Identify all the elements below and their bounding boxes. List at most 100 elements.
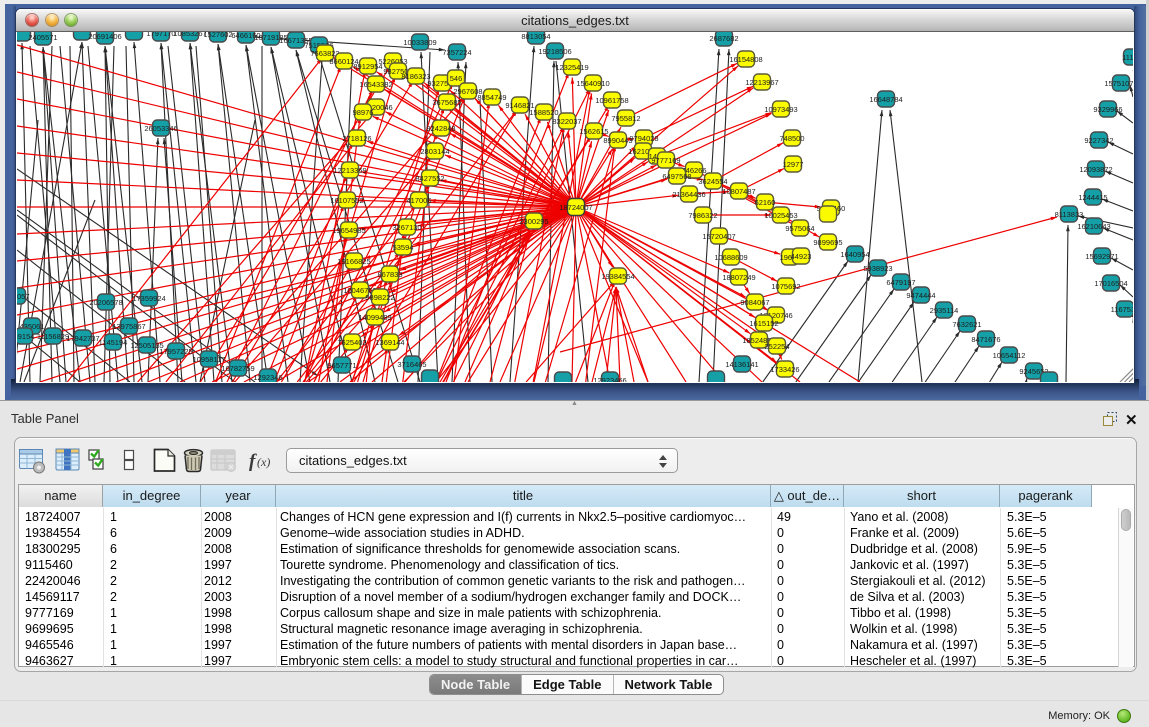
- svg-text:1244415: 1244415: [1078, 193, 1107, 202]
- svg-text:10654112: 10654112: [993, 351, 1026, 360]
- svg-text:1145194: 1145194: [99, 338, 128, 347]
- svg-text:10025453: 10025453: [764, 211, 797, 220]
- svg-text:2803144: 2803144: [420, 147, 449, 156]
- svg-text:16543382: 16543382: [359, 80, 392, 89]
- svg-text:8322037: 8322037: [552, 117, 581, 126]
- svg-text:10033809: 10033809: [403, 38, 436, 47]
- svg-text:16648784: 16648784: [869, 95, 902, 104]
- svg-text:5938923: 5938923: [863, 264, 892, 273]
- svg-text:9899695: 9899695: [813, 238, 842, 247]
- svg-text:9242848: 9242848: [426, 124, 455, 133]
- svg-text:15751074: 15751074: [1104, 79, 1133, 88]
- svg-text:1292346: 1292346: [253, 373, 282, 382]
- svg-text:7632621: 7632621: [952, 320, 981, 329]
- svg-text:252254: 252254: [764, 342, 789, 351]
- svg-text:1733426: 1733426: [770, 365, 799, 374]
- svg-text:9898222: 9898222: [365, 293, 394, 302]
- svg-text:(x): (x): [257, 455, 270, 469]
- svg-text:7986322: 7986322: [688, 211, 717, 220]
- svg-text:14099489: 14099489: [358, 313, 391, 322]
- svg-text:6497568: 6497568: [662, 172, 691, 181]
- svg-text:19384554: 19384554: [601, 272, 634, 281]
- svg-text:12093872: 12093872: [1079, 165, 1112, 174]
- svg-text:748500: 748500: [779, 134, 804, 143]
- svg-text:9794028: 9794028: [629, 134, 658, 143]
- svg-text:19654985: 19654985: [332, 226, 365, 235]
- svg-text:6479197: 6479197: [886, 278, 915, 287]
- svg-text:44923: 44923: [791, 252, 812, 261]
- svg-text:2718126: 2718126: [342, 134, 371, 143]
- svg-text:20206578: 20206578: [89, 298, 122, 307]
- svg-text:98976: 98976: [353, 108, 374, 117]
- svg-text:2405571: 2405571: [28, 33, 57, 42]
- svg-text:13975867: 13975867: [112, 322, 145, 331]
- svg-text:1562615: 1562615: [579, 127, 608, 136]
- svg-text:1640954: 1640954: [840, 250, 869, 259]
- svg-text:8990443: 8990443: [603, 136, 632, 145]
- svg-text:546: 546: [450, 74, 463, 83]
- svg-text:14136141: 14136141: [725, 360, 758, 369]
- svg-text:18724007: 18724007: [559, 203, 592, 212]
- svg-text:7625402: 7625402: [337, 338, 366, 347]
- svg-text:16154808: 16154808: [729, 55, 762, 64]
- svg-text:19218506: 19218506: [538, 47, 571, 56]
- svg-text:8113833: 8113833: [1055, 210, 1084, 219]
- svg-text:f: f: [249, 451, 257, 472]
- svg-text:2300295: 2300295: [519, 217, 548, 226]
- svg-text:262057: 262057: [17, 292, 30, 301]
- svg-text:10807487: 10807487: [722, 187, 755, 196]
- svg-text:3675685: 3675685: [432, 98, 461, 107]
- svg-text:12923466: 12923466: [593, 376, 626, 382]
- svg-text:417006: 417006: [406, 196, 431, 205]
- svg-text:9657771: 9657771: [327, 361, 356, 370]
- svg-text:12977: 12977: [783, 160, 804, 169]
- svg-text:8186323: 8186323: [401, 72, 430, 81]
- svg-text:11123: 11123: [1122, 53, 1133, 62]
- svg-text:10961758: 10961758: [595, 96, 628, 105]
- svg-text:1797170: 1797170: [146, 32, 175, 38]
- svg-text:10973493: 10973493: [764, 105, 797, 114]
- svg-text:2687682: 2687682: [709, 34, 738, 43]
- svg-text:62160: 62160: [755, 198, 776, 207]
- svg-text:1615152: 1615152: [749, 319, 778, 328]
- svg-text:1369144: 1369144: [375, 338, 404, 347]
- svg-text:1167537: 1167537: [1111, 305, 1133, 314]
- svg-text:3267130: 3267130: [392, 223, 421, 232]
- svg-text:8471676: 8471676: [971, 335, 1000, 344]
- svg-text:21364436: 21364436: [672, 190, 705, 199]
- svg-text:17359924: 17359924: [132, 294, 165, 303]
- svg-text:9575064: 9575064: [785, 224, 814, 233]
- svg-text:9474444: 9474444: [906, 291, 935, 300]
- svg-text:10958117: 10958117: [193, 355, 226, 364]
- svg-text:26053346: 26053346: [144, 124, 177, 133]
- svg-text:7357224: 7357224: [442, 48, 471, 57]
- svg-text:16210643: 16210643: [1077, 222, 1110, 231]
- svg-text:1527602: 1527602: [203, 32, 232, 39]
- svg-text:2935114: 2935114: [930, 306, 959, 315]
- svg-text:17942737: 17942737: [66, 334, 99, 343]
- svg-text:10853267: 10853267: [173, 32, 206, 38]
- svg-text:12213369: 12213369: [333, 166, 366, 175]
- svg-text:18807249: 18807249: [722, 273, 755, 282]
- svg-text:8427552: 8427552: [415, 174, 444, 183]
- svg-text:9777169: 9777169: [651, 156, 680, 165]
- svg-text:3624554: 3624554: [698, 177, 727, 186]
- svg-text:867833: 867833: [377, 270, 402, 279]
- svg-text:12213967: 12213967: [745, 78, 778, 87]
- svg-text:10688609: 10688609: [714, 253, 747, 262]
- svg-text:9084067: 9084067: [740, 298, 769, 307]
- svg-text:20691406: 20691406: [88, 32, 121, 41]
- svg-text:39154: 39154: [17, 332, 34, 341]
- svg-text:19166825: 19166825: [337, 257, 370, 266]
- svg-text:3716465: 3716465: [397, 360, 426, 369]
- svg-text:8813054: 8813054: [521, 32, 550, 41]
- svg-text:53594: 53594: [393, 243, 414, 252]
- svg-text:15640910: 15640910: [576, 79, 609, 88]
- svg-text:12325419: 12325419: [555, 63, 588, 72]
- svg-text:9329966: 9329966: [1093, 105, 1122, 114]
- svg-text:8854749: 8854749: [477, 93, 506, 102]
- svg-text:7955812: 7955812: [611, 114, 640, 123]
- svg-text:16782759: 16782759: [221, 364, 254, 373]
- svg-text:11156829: 11156829: [37, 332, 69, 341]
- svg-text:1588520: 1588520: [529, 108, 558, 117]
